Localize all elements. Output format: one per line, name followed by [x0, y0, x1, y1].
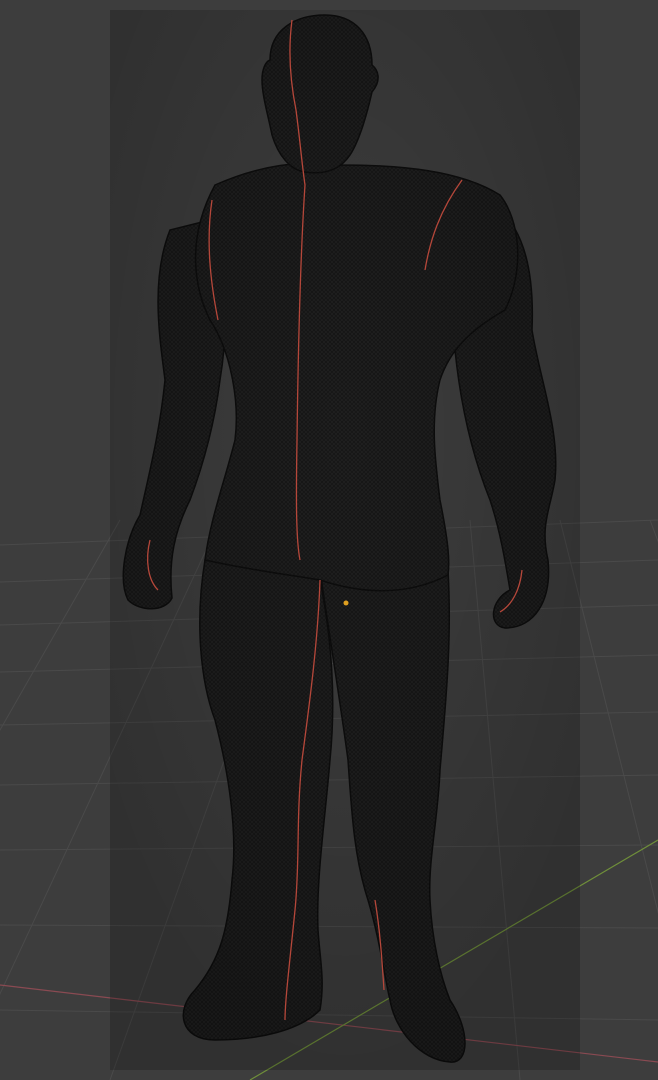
- viewport-canvas[interactable]: [0, 0, 658, 1080]
- object-origin-dot[interactable]: [343, 600, 349, 606]
- 3d-viewport[interactable]: [0, 0, 658, 1080]
- character-mesh[interactable]: [110, 10, 580, 1070]
